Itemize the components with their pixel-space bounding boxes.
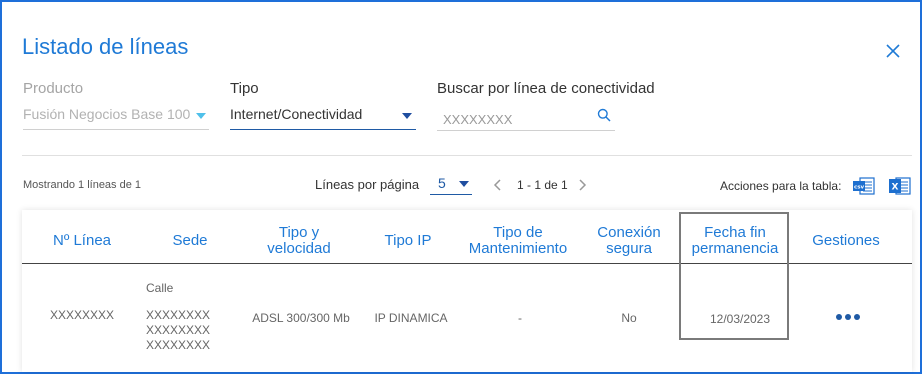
header-tipo-velocidad-line1: Tipo y	[278, 224, 320, 241]
close-icon[interactable]	[884, 42, 902, 60]
search-input[interactable]	[441, 108, 595, 130]
lines-per-page-value: 5	[438, 175, 446, 191]
csv-export-icon[interactable]: csv	[853, 176, 875, 196]
tipo-select-value: Internet/Conectividad	[230, 106, 363, 122]
cell-sede-line4: XXXXXXXX	[146, 338, 211, 352]
table-actions-label: Acciones para la tabla:	[720, 179, 842, 193]
fecha-fin-highlight	[679, 212, 789, 340]
chevron-right-icon[interactable]	[577, 178, 587, 192]
more-options-dot	[836, 314, 842, 320]
header-mantenimiento-line2: Mantenimiento	[468, 240, 568, 257]
search-field	[437, 104, 615, 131]
header-mantenimiento[interactable]: Tipo de Mantenimiento	[462, 220, 574, 262]
tipo-select[interactable]: Internet/Conectividad	[230, 101, 416, 130]
chevron-down-icon	[402, 113, 412, 119]
cell-linea: XXXXXXXX	[49, 308, 115, 322]
header-conexion[interactable]: Conexión segura	[584, 220, 674, 262]
header-tipo-velocidad-line2: velocidad	[267, 240, 331, 257]
svg-text:csv: csv	[854, 185, 865, 191]
cell-conexion: No	[621, 311, 637, 325]
header-mantenimiento-line1: Tipo de	[493, 224, 543, 241]
page-title: Listado de líneas	[22, 34, 189, 59]
lines-per-page-label: Líneas por página	[315, 177, 420, 192]
chevron-down-icon	[459, 181, 469, 187]
more-options-dot	[845, 314, 851, 320]
cell-sede-line3: XXXXXXXX	[146, 323, 211, 337]
cell-tipo-velocidad: ADSL 300/300 Mb	[252, 311, 350, 325]
chevron-down-icon	[196, 113, 206, 119]
pagination-range: 1 - 1 de 1	[517, 178, 568, 192]
more-options-icon[interactable]	[836, 311, 862, 323]
lines-per-page-select[interactable]: 5	[430, 172, 472, 195]
cell-sede-line2: XXXXXXXX	[146, 308, 211, 322]
header-tipo-velocidad[interactable]: Tipo y velocidad	[248, 220, 350, 262]
header-tipo-ip[interactable]: Tipo IP	[368, 220, 448, 262]
header-conexion-line2: segura	[606, 240, 652, 257]
cell-tipo-ip: IP DINAMICA	[374, 311, 448, 325]
svg-text:X: X	[892, 183, 899, 193]
more-options-dot	[854, 314, 860, 320]
header-sede[interactable]: Sede	[140, 220, 240, 262]
section-divider	[22, 155, 912, 156]
chevron-left-icon[interactable]	[493, 178, 503, 192]
producto-label: Producto	[23, 80, 84, 97]
buscar-label: Buscar por línea de conectividad	[437, 80, 655, 97]
search-icon[interactable]	[597, 108, 611, 122]
cell-sede-line1: Calle	[146, 281, 174, 295]
producto-select-value: Fusión Negocios Base 100	[23, 106, 191, 122]
header-gestiones: Gestiones	[812, 232, 880, 249]
header-linea[interactable]: Nº Línea	[40, 220, 124, 262]
tipo-label: Tipo	[230, 80, 259, 97]
header-conexion-line1: Conexión	[597, 224, 661, 241]
results-count: Mostrando 1 líneas de 1	[23, 179, 142, 191]
excel-export-icon[interactable]: X	[889, 176, 911, 196]
cell-mantenimiento: -	[518, 311, 522, 325]
producto-select[interactable]: Fusión Negocios Base 100	[23, 101, 209, 130]
